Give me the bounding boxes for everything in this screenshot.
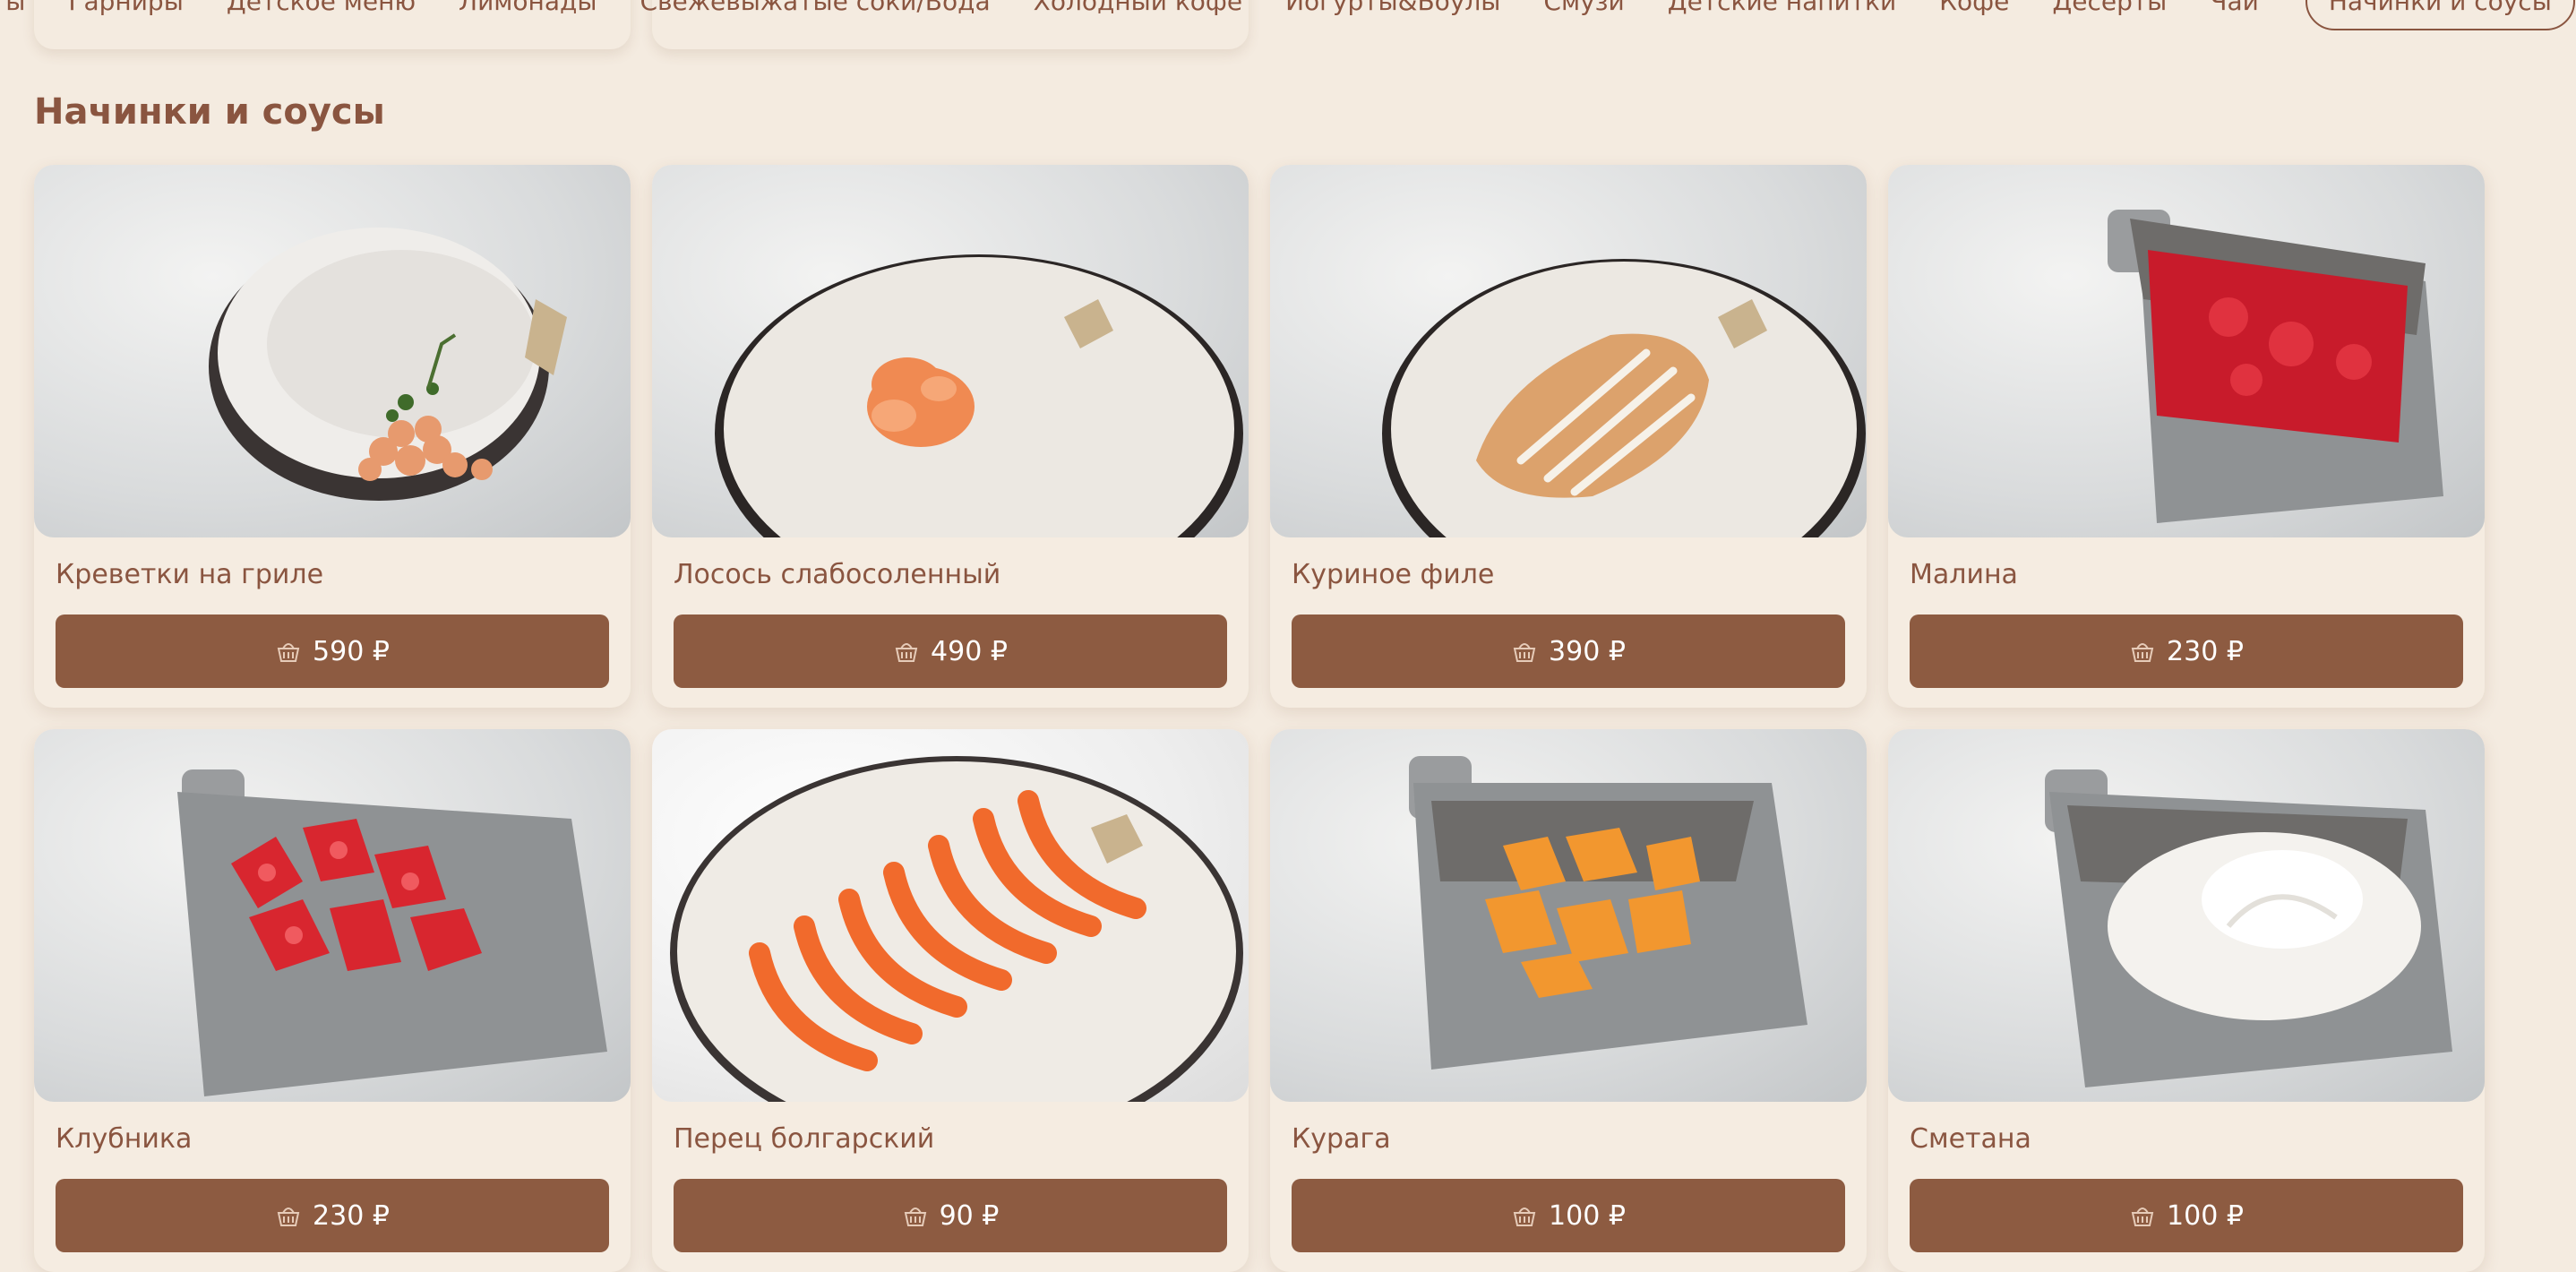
- product-name: Куриное филе: [1292, 559, 1495, 590]
- add-to-cart-button[interactable]: 230 ₽: [56, 1179, 609, 1252]
- nav-item-juices[interactable]: Свежевыжатые соки/Вода: [640, 0, 990, 16]
- product-card[interactable]: Куриное филе 390 ₽: [1270, 165, 1867, 708]
- nav-item-kids-drinks[interactable]: Детские напитки: [1668, 0, 1896, 16]
- add-to-cart-button[interactable]: 90 ₽: [674, 1179, 1227, 1252]
- nav-item-cold-coffee[interactable]: Холодный кофе: [1034, 0, 1242, 16]
- price-label: 100 ₽: [2167, 1199, 2244, 1232]
- nav-item-lemonades[interactable]: Лимонады: [459, 0, 597, 16]
- basket-icon: [277, 1208, 300, 1226]
- product-name: Малина: [1910, 559, 2018, 590]
- basket-icon: [895, 643, 918, 662]
- nav-item-kids-menu[interactable]: Детское меню: [227, 0, 416, 16]
- product-name: Клубника: [56, 1123, 193, 1155]
- nav-item-garnish[interactable]: Гарниры: [68, 0, 183, 16]
- price-label: 100 ₽: [1549, 1199, 1626, 1232]
- product-name: Перец болгарский: [674, 1123, 935, 1155]
- add-to-cart-button[interactable]: 100 ₽: [1292, 1179, 1845, 1252]
- nav-item-fillings-sauces[interactable]: Начинки и соусы: [2305, 0, 2575, 30]
- product-photo-sour-cream[interactable]: [1888, 729, 2485, 1102]
- price-label: 490 ₽: [931, 635, 1008, 667]
- product-card[interactable]: Курага 100 ₽: [1270, 729, 1867, 1272]
- price-label: 90 ₽: [939, 1199, 1000, 1232]
- add-to-cart-button[interactable]: 490 ₽: [674, 615, 1227, 688]
- product-photo-chicken[interactable]: [1270, 165, 1867, 537]
- add-to-cart-button[interactable]: 230 ₽: [1910, 615, 2463, 688]
- basket-icon: [277, 643, 300, 662]
- price-label: 230 ₽: [2167, 635, 2244, 667]
- basket-icon: [2131, 1208, 2154, 1226]
- basket-icon: [904, 1208, 926, 1226]
- basket-icon: [2131, 643, 2154, 662]
- nav-item-smoothies[interactable]: Смузи: [1543, 0, 1624, 16]
- product-card[interactable]: Перец болгарский 90 ₽: [652, 729, 1249, 1272]
- product-photo-pepper[interactable]: [652, 729, 1249, 1102]
- nav-item-0[interactable]: ты: [0, 0, 25, 16]
- product-name: Лосось слабосоленный: [674, 559, 1001, 590]
- price-label: 390 ₽: [1549, 635, 1626, 667]
- section-title: Начинки и соусы: [34, 91, 385, 133]
- product-photo-raspberry[interactable]: [1888, 165, 2485, 537]
- product-name: Курага: [1292, 1123, 1391, 1155]
- nav-item-coffee[interactable]: Кофе: [1939, 0, 2009, 16]
- product-grid: Креветки на гриле 590 ₽ Лосось слабосоле…: [34, 165, 2485, 1272]
- product-name: Сметана: [1910, 1123, 2031, 1155]
- product-card[interactable]: Сметана 100 ₽: [1888, 729, 2485, 1272]
- add-to-cart-button[interactable]: 390 ₽: [1292, 615, 1845, 688]
- basket-icon: [1513, 1208, 1536, 1226]
- product-card[interactable]: Малина 230 ₽: [1888, 165, 2485, 708]
- nav-item-yogurts-bowls[interactable]: Йогурты&Боулы: [1285, 0, 1500, 16]
- product-photo-salmon[interactable]: [652, 165, 1249, 537]
- product-photo-apricot[interactable]: [1270, 729, 1867, 1102]
- add-to-cart-button[interactable]: 100 ₽: [1910, 1179, 2463, 1252]
- product-card[interactable]: Клубника 230 ₽: [34, 729, 631, 1272]
- price-label: 590 ₽: [313, 635, 390, 667]
- product-card[interactable]: Креветки на гриле 590 ₽: [34, 165, 631, 708]
- price-label: 230 ₽: [313, 1199, 390, 1232]
- product-card[interactable]: Лосось слабосоленный 490 ₽: [652, 165, 1249, 708]
- product-name: Креветки на гриле: [56, 559, 324, 590]
- category-nav: ты Гарниры Детское меню Лимонады Свежевы…: [0, 0, 2576, 30]
- product-photo-strawberry[interactable]: [34, 729, 631, 1102]
- basket-icon: [1513, 643, 1536, 662]
- product-photo-shrimp[interactable]: [34, 165, 631, 537]
- add-to-cart-button[interactable]: 590 ₽: [56, 615, 609, 688]
- nav-item-tea[interactable]: Чай: [2210, 0, 2259, 16]
- nav-item-desserts[interactable]: Десерты: [2052, 0, 2167, 16]
